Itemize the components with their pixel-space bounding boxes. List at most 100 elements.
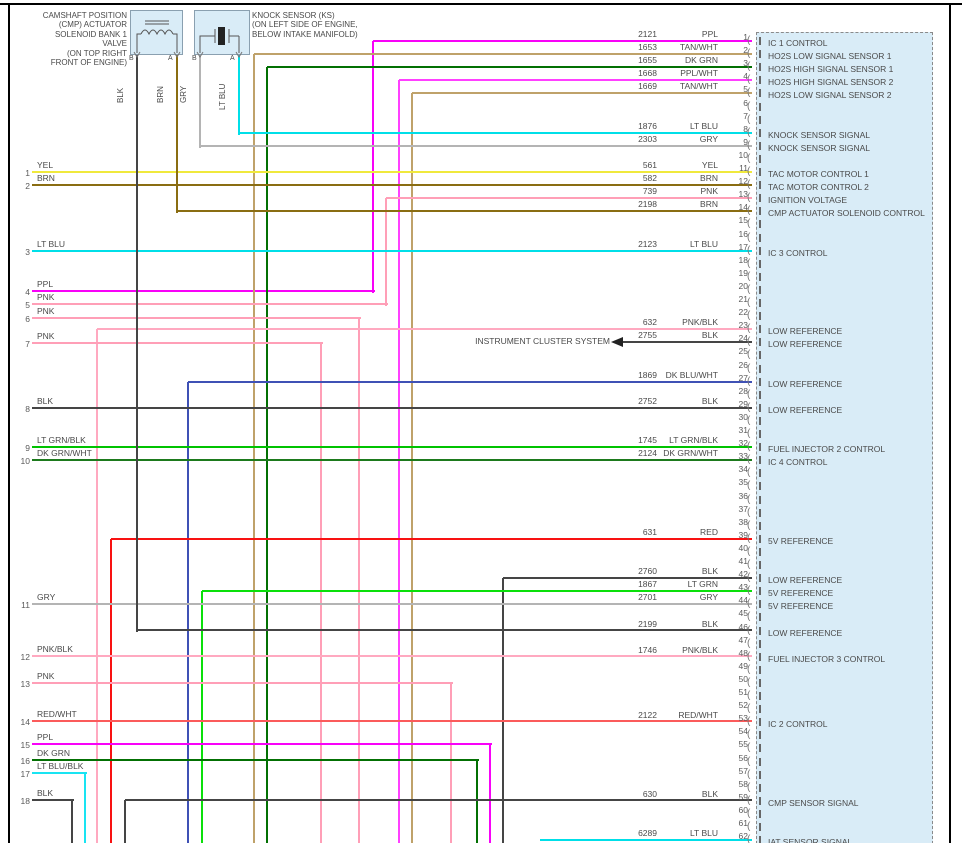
circuit-number: 631 <box>642 526 657 537</box>
connector-pin-function: HO2S LOW SIGNAL SENSOR 2 <box>768 90 892 101</box>
left-stub-color: PPL <box>37 732 54 742</box>
left-stub-number: 15 <box>20 740 30 750</box>
connector-pin-tick <box>759 50 761 59</box>
connector-pin-tick <box>759 639 761 648</box>
connector-pin-number: 41 <box>738 556 748 566</box>
left-stub-color: PNK <box>37 331 55 341</box>
connector-pin-tick <box>759 285 761 294</box>
connector-pin-tick <box>759 705 761 714</box>
connector-pin-tick <box>759 128 761 137</box>
connector-pin-number: 21 <box>738 294 748 304</box>
connector-pin-tick <box>759 809 761 818</box>
connector-pin-tick <box>759 482 761 491</box>
left-stub-color: BLK <box>37 788 54 798</box>
connector-pin-function: IC 4 CONTROL <box>768 457 828 468</box>
left-stub-color: LT BLU <box>37 239 66 249</box>
vertical-wire-name: LT BLU <box>218 83 227 110</box>
wiring-diagram-canvas: CAMSHAFT POSITION (CMP) ACTUATOR SOLENOID … <box>0 0 962 843</box>
connector-pin-tick <box>759 377 761 386</box>
connector-pin-number: 29 <box>738 398 748 409</box>
connector-pin-tick <box>759 76 761 85</box>
connector-pin-number: 60 <box>738 804 748 815</box>
left-stub-color: YEL <box>37 160 54 170</box>
connector-pin-number: 52 <box>738 700 748 711</box>
circuit-color: BRN <box>700 173 718 184</box>
connector-pin-function: IC 1 CONTROL <box>768 38 828 48</box>
connector-pin-number: 6 <box>743 97 748 108</box>
left-stub-color: PNK <box>37 292 55 302</box>
connector-pin-tick <box>759 718 761 727</box>
connector-pin-number: 58 <box>738 778 748 789</box>
circuit-number: 2701 <box>638 592 657 603</box>
circuit-number: 2755 <box>638 330 657 341</box>
connector-pin-tick <box>759 534 761 543</box>
circuit-color: YEL <box>701 160 718 170</box>
connector-pin-number: 38 <box>738 516 748 527</box>
connector-pin-tick <box>759 796 761 805</box>
connector-pin-number: 62 <box>738 831 748 842</box>
connector-pin-number: 40 <box>738 542 748 553</box>
circuit-color: BRN <box>700 199 718 210</box>
circuit-number: 1653 <box>638 42 657 53</box>
connector-pin-tick <box>759 469 761 478</box>
connector-pin-function: IGNITION VOLTAGE <box>768 195 848 206</box>
connector-pin-number: 25 <box>738 346 748 357</box>
circuit-color: PNK/BLK <box>682 644 718 655</box>
connector-pin-number: 28 <box>738 385 748 396</box>
connector-pin-function: HO2S HIGH SIGNAL SENSOR 2 <box>768 77 894 88</box>
connector-pin-number: 42 <box>738 569 748 580</box>
connector-pin-number: 53 <box>738 713 748 724</box>
circuit-number: 632 <box>642 317 657 328</box>
circuit-color: RED/WHT <box>678 710 718 721</box>
connector-pin-tick <box>759 37 761 45</box>
connector-pin-number: 8 <box>743 123 748 134</box>
connector-pin-number: 61 <box>738 818 748 828</box>
circuit-color: LT GRN/BLK <box>669 435 718 446</box>
connector-pin-number: 34 <box>738 464 748 475</box>
left-stub-number: 13 <box>20 679 30 689</box>
connector-pin-function: 5V REFERENCE <box>768 601 834 612</box>
connector-pin-number: 11 <box>739 163 748 173</box>
connector-pin-function: KNOCK SENSOR SIGNAL <box>768 142 871 153</box>
connector-pin-tick <box>759 744 761 753</box>
circuit-number: 582 <box>642 173 657 184</box>
circuit-color: RED <box>700 526 718 537</box>
connector-pin-tick <box>759 299 761 307</box>
left-stub-color: PPL <box>37 279 54 289</box>
circuit-number: 1668 <box>638 68 657 79</box>
connector-pin-function: LOW REFERENCE <box>768 404 843 415</box>
component-pin-letter: A <box>230 55 235 62</box>
connector-pin-tick <box>759 613 761 622</box>
connector-pin-number: 39 <box>738 529 748 540</box>
connector-pin-function: 5V REFERENCE <box>768 535 834 546</box>
circuit-number: 1746 <box>638 644 657 655</box>
connector-pin-number: 3 <box>743 58 748 69</box>
connector-pin-function: LOW REFERENCE <box>768 627 843 638</box>
connector-pin-tick <box>759 692 761 700</box>
left-stub-number: 12 <box>20 652 30 662</box>
connector-pin-function: CMP SENSOR SIGNAL <box>768 797 859 808</box>
connector-pin-tick <box>759 220 761 229</box>
connector-pin-tick <box>759 63 761 72</box>
left-stub-number: 11 <box>21 600 30 610</box>
connector-pin-function: FUEL INJECTOR 2 CONTROL <box>768 444 886 455</box>
connector-pin-number: 47 <box>738 634 748 645</box>
circuit-number: 2121 <box>638 29 657 39</box>
connector-pin-number: 23 <box>738 320 748 331</box>
left-stub-color: GRY <box>37 592 56 602</box>
circuit-color: LT BLU <box>689 120 718 131</box>
circuit-color: PNK <box>700 186 718 197</box>
connector-pin-number: 49 <box>738 660 748 671</box>
left-stub-color: PNK/BLK <box>37 644 73 654</box>
circuit-color: BLK <box>701 395 718 406</box>
connector-pin-number: 20 <box>738 280 748 291</box>
connector-pin-number: 2 <box>743 45 748 56</box>
connector-pin-number: 10 <box>738 149 748 160</box>
connector-pin-tick <box>759 364 761 373</box>
connector-pin-number: 54 <box>738 726 748 737</box>
connector-pin-number: 51 <box>738 687 748 697</box>
connector-pin-number: 27 <box>738 372 748 383</box>
circuit-color: BLK <box>701 566 718 577</box>
connector-pin-socket: ( <box>747 834 751 843</box>
connector-pin-tick <box>759 495 761 504</box>
